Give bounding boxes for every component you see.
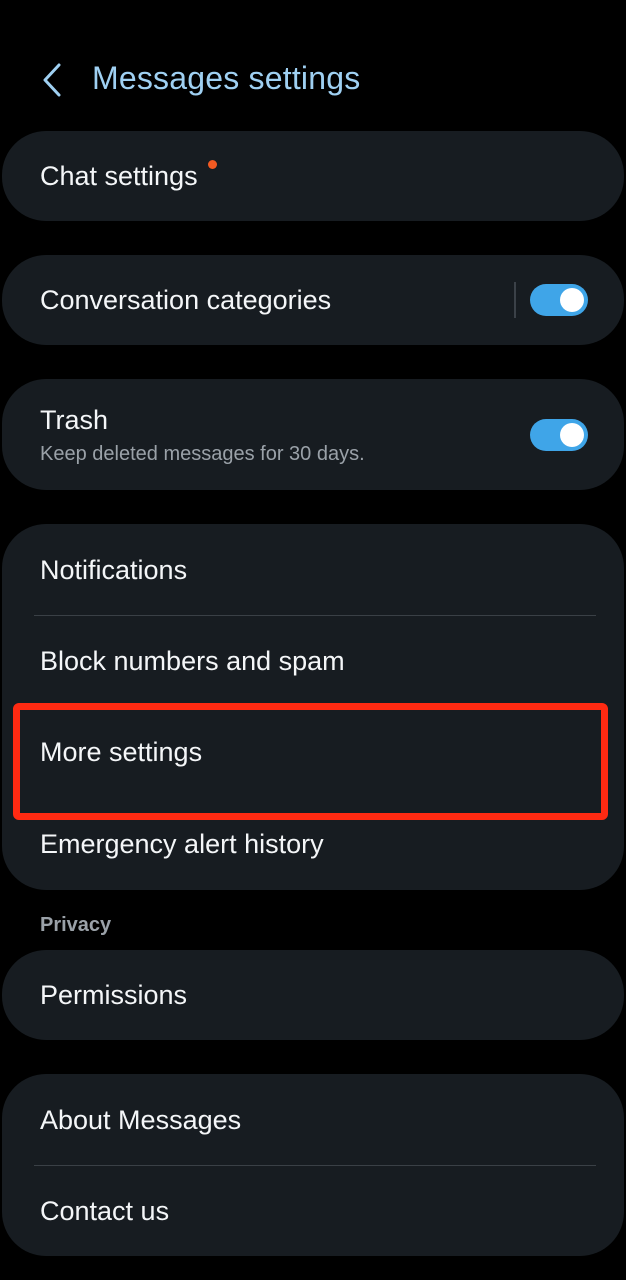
page-title: Messages settings: [92, 60, 361, 96]
permissions-row[interactable]: Permissions: [2, 950, 624, 1040]
chat-settings-card: Chat settings: [2, 131, 624, 221]
trash-toggle[interactable]: [530, 419, 588, 451]
about-card: About Messages Contact us: [2, 1074, 624, 1256]
general-settings-card: Notifications Block numbers and spam Mor…: [2, 524, 624, 890]
emergency-alert-history-row[interactable]: Emergency alert history: [2, 798, 624, 890]
trash-card: Trash Keep deleted messages for 30 days.: [2, 379, 624, 490]
notifications-row[interactable]: Notifications: [2, 524, 624, 616]
permissions-label: Permissions: [40, 980, 188, 1010]
block-numbers-label: Block numbers and spam: [40, 646, 345, 676]
conversation-categories-label: Conversation categories: [40, 285, 332, 315]
emergency-alert-history-label: Emergency alert history: [40, 829, 324, 859]
trash-subtitle: Keep deleted messages for 30 days.: [40, 443, 365, 465]
conversation-categories-card: Conversation categories: [2, 255, 624, 345]
conversation-categories-row[interactable]: Conversation categories: [2, 255, 624, 345]
trash-label: Trash: [40, 405, 109, 435]
about-messages-label: About Messages: [40, 1105, 242, 1135]
header: Messages settings: [0, 40, 626, 120]
contact-us-row[interactable]: Contact us: [2, 1166, 624, 1256]
chevron-left-icon: [43, 63, 61, 97]
row-separator: [514, 282, 516, 318]
about-messages-row[interactable]: About Messages: [2, 1074, 624, 1165]
block-numbers-row[interactable]: Block numbers and spam: [2, 616, 624, 706]
chat-settings-label: Chat settings: [40, 161, 198, 191]
permissions-card: Permissions: [2, 950, 624, 1040]
back-button[interactable]: [30, 58, 74, 102]
more-settings-label: More settings: [40, 737, 203, 767]
conversation-categories-toggle[interactable]: [530, 284, 588, 316]
toggle-knob: [560, 288, 584, 312]
contact-us-label: Contact us: [40, 1196, 170, 1226]
more-settings-row[interactable]: More settings: [2, 706, 624, 798]
toggle-knob: [560, 423, 584, 447]
notifications-label: Notifications: [40, 555, 188, 585]
trash-row[interactable]: Trash Keep deleted messages for 30 days.: [2, 379, 624, 490]
privacy-section-header: Privacy: [40, 914, 112, 936]
chat-settings-row[interactable]: Chat settings: [2, 131, 624, 221]
new-badge-dot: [208, 160, 217, 169]
